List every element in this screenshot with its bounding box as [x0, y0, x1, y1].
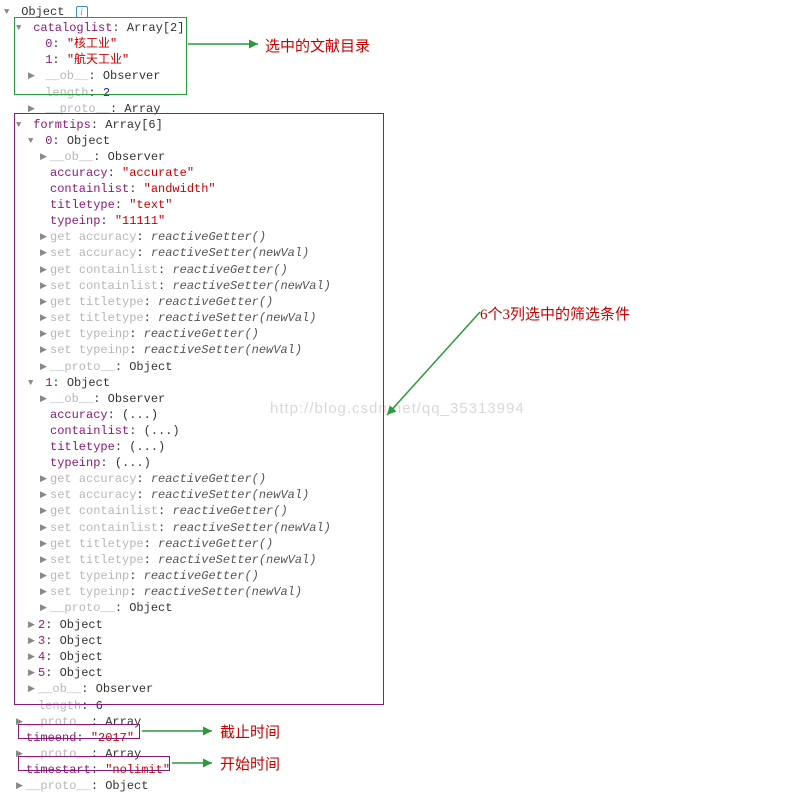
cataloglist-ob[interactable]: __ob__: Observer	[4, 68, 799, 84]
getter-setter-row[interactable]: set containlist: reactiveSetter(newVal)	[4, 278, 799, 294]
expand-icon[interactable]	[40, 229, 50, 245]
getter-setter-row[interactable]: set typeinp: reactiveSetter(newVal)	[4, 584, 799, 600]
expand-icon[interactable]	[40, 359, 50, 375]
formtips-2-row[interactable]: 2: Object	[4, 617, 799, 633]
object-tree: Object i cataloglist: Array[2] 0: "核工业" …	[4, 4, 799, 794]
formtips-0-titletype[interactable]: titletype: "text"	[4, 197, 799, 213]
annotation-timeend: 截止时间	[220, 721, 280, 742]
getter-setter-row[interactable]: set containlist: reactiveSetter(newVal)	[4, 520, 799, 536]
cataloglist-val-1: "航天工业"	[67, 53, 129, 67]
timeend-row[interactable]: timeend: "2017"	[4, 730, 799, 746]
formtips-0-ob[interactable]: __ob__: Observer	[4, 149, 799, 165]
getter-setter-row[interactable]: get accuracy: reactiveGetter()	[4, 229, 799, 245]
formtips-0-typeinp[interactable]: typeinp: "11111"	[4, 213, 799, 229]
formtips-1-proto[interactable]: __proto__: Object	[4, 600, 799, 616]
getter-setter-row[interactable]: get titletype: reactiveGetter()	[4, 294, 799, 310]
timestart-row[interactable]: timestart: "nolimit"	[4, 762, 799, 778]
formtips-length[interactable]: length: 6	[4, 698, 799, 714]
expand-icon[interactable]	[40, 245, 50, 261]
formtips-0-containlist[interactable]: containlist: "andwidth"	[4, 181, 799, 197]
formtips-1-row[interactable]: 1: Object	[4, 375, 799, 391]
getter-setter-row[interactable]: get containlist: reactiveGetter()	[4, 503, 799, 519]
formtips-3-row[interactable]: 3: Object	[4, 633, 799, 649]
expand-icon[interactable]	[40, 584, 50, 600]
getter-setter-row[interactable]: set accuracy: reactiveSetter(newVal)	[4, 487, 799, 503]
expand-icon[interactable]	[28, 665, 38, 681]
formtips-1-field-accuracy[interactable]: accuracy: (...)	[4, 407, 799, 423]
formtips-1-field-containlist[interactable]: containlist: (...)	[4, 423, 799, 439]
expand-icon[interactable]	[40, 391, 50, 407]
expand-icon[interactable]	[40, 262, 50, 278]
getter-setter-row[interactable]: get typeinp: reactiveGetter()	[4, 326, 799, 342]
expand-icon[interactable]	[16, 117, 26, 133]
getter-setter-row[interactable]: set accuracy: reactiveSetter(newVal)	[4, 245, 799, 261]
annotation-timestart: 开始时间	[220, 753, 280, 774]
getter-setter-row[interactable]: set typeinp: reactiveSetter(newVal)	[4, 342, 799, 358]
proto-array[interactable]: __proto__: Array	[4, 714, 799, 730]
formtips-row[interactable]: formtips: Array[6]	[4, 117, 799, 133]
annotation-cataloglist: 选中的文献目录	[265, 35, 370, 56]
cataloglist-item-1[interactable]: 1: "航天工业"	[4, 52, 799, 68]
getter-setter-row[interactable]: set titletype: reactiveSetter(newVal)	[4, 310, 799, 326]
expand-icon[interactable]	[40, 310, 50, 326]
expand-icon[interactable]	[40, 278, 50, 294]
expand-icon[interactable]	[16, 746, 26, 762]
formtips-1-field-titletype[interactable]: titletype: (...)	[4, 439, 799, 455]
formtips-ob[interactable]: __ob__: Observer	[4, 681, 799, 697]
expand-icon[interactable]	[40, 326, 50, 342]
expand-icon[interactable]	[40, 471, 50, 487]
annotation-formtips: 6个3列选中的筛选条件	[480, 303, 630, 324]
cataloglist-length[interactable]: length: 2	[4, 85, 799, 101]
expand-icon[interactable]	[40, 294, 50, 310]
expand-icon[interactable]	[40, 520, 50, 536]
cataloglist-key: cataloglist	[33, 21, 112, 35]
expand-icon[interactable]	[28, 633, 38, 649]
expand-icon[interactable]	[28, 101, 38, 117]
formtips-4-row[interactable]: 4: Object	[4, 649, 799, 665]
expand-icon[interactable]	[28, 617, 38, 633]
expand-icon[interactable]	[4, 4, 14, 20]
expand-icon[interactable]	[40, 552, 50, 568]
formtips-1-ob[interactable]: __ob__: Observer	[4, 391, 799, 407]
cataloglist-val-0: "核工业"	[67, 37, 117, 51]
formtips-0-proto[interactable]: __proto__: Object	[4, 359, 799, 375]
expand-icon[interactable]	[40, 600, 50, 616]
expand-icon[interactable]	[16, 714, 26, 730]
root-object-row[interactable]: Object i	[4, 4, 799, 20]
formtips-0-accuracy[interactable]: accuracy: "accurate"	[4, 165, 799, 181]
expand-icon[interactable]	[28, 681, 38, 697]
expand-icon[interactable]	[40, 342, 50, 358]
expand-icon[interactable]	[40, 149, 50, 165]
formtips-5-row[interactable]: 5: Object	[4, 665, 799, 681]
cataloglist-row[interactable]: cataloglist: Array[2]	[4, 20, 799, 36]
cataloglist-item-0[interactable]: 0: "核工业"	[4, 36, 799, 52]
expand-icon[interactable]	[40, 487, 50, 503]
info-icon[interactable]: i	[76, 6, 88, 18]
expand-icon[interactable]	[28, 68, 38, 84]
expand-icon[interactable]	[40, 503, 50, 519]
getter-setter-row[interactable]: set titletype: reactiveSetter(newVal)	[4, 552, 799, 568]
proto-object[interactable]: __proto__: Object	[4, 778, 799, 794]
expand-icon[interactable]	[40, 536, 50, 552]
formtips-0-row[interactable]: 0: Object	[4, 133, 799, 149]
expand-icon[interactable]	[16, 20, 26, 36]
proto-array-2[interactable]: __proto__: Array	[4, 746, 799, 762]
cataloglist-proto[interactable]: __proto__: Array	[4, 101, 799, 117]
getter-setter-row[interactable]: get accuracy: reactiveGetter()	[4, 471, 799, 487]
expand-icon[interactable]	[28, 649, 38, 665]
cataloglist-type: Array[2]	[127, 21, 185, 35]
expand-icon[interactable]	[28, 375, 38, 391]
getter-setter-row[interactable]: get typeinp: reactiveGetter()	[4, 568, 799, 584]
expand-icon[interactable]	[40, 568, 50, 584]
formtips-1-field-typeinp[interactable]: typeinp: (...)	[4, 455, 799, 471]
getter-setter-row[interactable]: get titletype: reactiveGetter()	[4, 536, 799, 552]
getter-setter-row[interactable]: get containlist: reactiveGetter()	[4, 262, 799, 278]
expand-icon[interactable]	[28, 133, 38, 149]
root-label: Object	[21, 5, 64, 19]
expand-icon[interactable]	[16, 778, 26, 794]
